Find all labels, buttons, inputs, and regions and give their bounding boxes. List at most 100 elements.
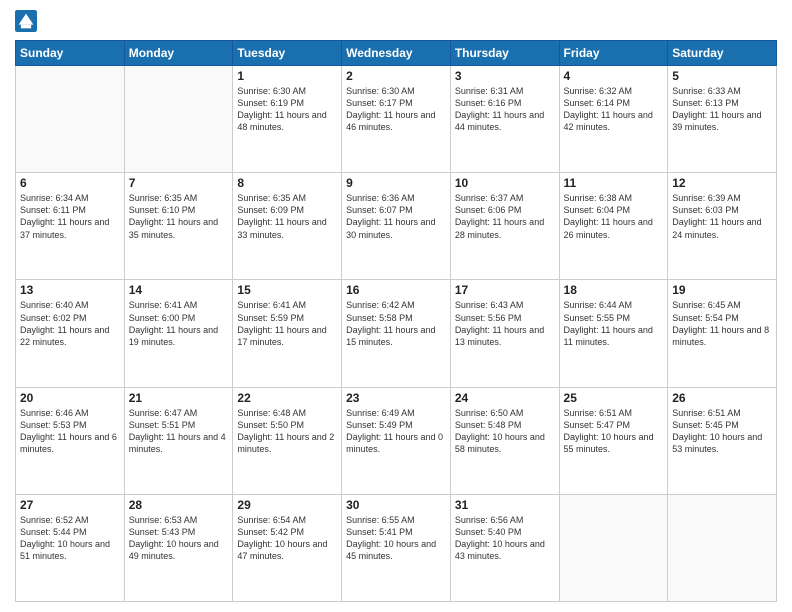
weekday-header-cell: Friday (559, 41, 668, 66)
calendar-cell: 13 Sunrise: 6:40 AMSunset: 6:02 PMDayligh… (16, 280, 125, 387)
calendar-cell: 1Sunrise: 6:30 AMSunset: 6:19 PMDaylight… (233, 66, 342, 173)
calendar-cell: 7Sunrise: 6:35 AMSunset: 6:10 PMDaylight… (124, 173, 233, 280)
day-number: 19 (672, 283, 772, 297)
calendar-week-row: 6 Sunrise: 6:34 AMSunset: 6:11 PMDaylight… (16, 173, 777, 280)
day-info: Sunrise: 6:33 AMSunset: 6:13 PMDaylight:… (672, 85, 772, 134)
day-number: 8 (237, 176, 337, 190)
weekday-header-cell: Tuesday (233, 41, 342, 66)
calendar-cell: 6 Sunrise: 6:34 AMSunset: 6:11 PMDaylight… (16, 173, 125, 280)
day-number: 29 (237, 498, 337, 512)
calendar-cell: 15 Sunrise: 6:41 AMSunset: 5:59 PMDayligh… (233, 280, 342, 387)
calendar-cell: 18 Sunrise: 6:44 AMSunset: 5:55 PMDayligh… (559, 280, 668, 387)
day-info: Sunrise: 6:47 AMSunset: 5:51 PMDaylight:… (129, 407, 229, 456)
calendar-table: SundayMondayTuesdayWednesdayThursdayFrid… (15, 40, 777, 602)
calendar-cell (16, 66, 125, 173)
day-number: 16 (346, 283, 446, 297)
day-info: Sunrise: 6:40 AMSunset: 6:02 PMDaylight:… (20, 299, 120, 348)
day-info: Sunrise: 6:41 AMSunset: 6:00 PMDaylight:… (129, 299, 229, 348)
day-number: 22 (237, 391, 337, 405)
day-info: Sunrise: 6:30 AMSunset: 6:17 PMDaylight:… (346, 85, 446, 134)
day-number: 18 (564, 283, 664, 297)
calendar-cell (668, 494, 777, 601)
day-info: Sunrise: 6:48 AMSunset: 5:50 PMDaylight:… (237, 407, 337, 456)
calendar-cell: 4 Sunrise: 6:32 AMSunset: 6:14 PMDaylight… (559, 66, 668, 173)
day-number: 6 (20, 176, 120, 190)
calendar-cell: 26 Sunrise: 6:51 AMSunset: 5:45 PMDayligh… (668, 387, 777, 494)
day-info: Sunrise: 6:45 AMSunset: 5:54 PMDaylight:… (672, 299, 772, 348)
day-info: Sunrise: 6:51 AMSunset: 5:47 PMDaylight:… (564, 407, 664, 456)
day-number: 31 (455, 498, 555, 512)
calendar-cell (124, 66, 233, 173)
calendar-week-row: 1Sunrise: 6:30 AMSunset: 6:19 PMDaylight… (16, 66, 777, 173)
calendar-cell: 11 Sunrise: 6:38 AMSunset: 6:04 PMDayligh… (559, 173, 668, 280)
day-number: 15 (237, 283, 337, 297)
calendar-cell: 24 Sunrise: 6:50 AMSunset: 5:48 PMDayligh… (450, 387, 559, 494)
calendar-week-row: 13 Sunrise: 6:40 AMSunset: 6:02 PMDayligh… (16, 280, 777, 387)
day-info: Sunrise: 6:44 AMSunset: 5:55 PMDaylight:… (564, 299, 664, 348)
calendar-cell: 8Sunrise: 6:35 AMSunset: 6:09 PMDaylight… (233, 173, 342, 280)
calendar-cell: 28 Sunrise: 6:53 AMSunset: 5:43 PMDayligh… (124, 494, 233, 601)
day-number: 17 (455, 283, 555, 297)
calendar-week-row: 27Sunrise: 6:52 AMSunset: 5:44 PMDayligh… (16, 494, 777, 601)
day-info: Sunrise: 6:38 AMSunset: 6:04 PMDaylight:… (564, 192, 664, 241)
calendar-cell: 31Sunrise: 6:56 AMSunset: 5:40 PMDayligh… (450, 494, 559, 601)
day-number: 9 (346, 176, 446, 190)
day-info: Sunrise: 6:53 AMSunset: 5:43 PMDaylight:… (129, 514, 229, 563)
day-number: 27 (20, 498, 120, 512)
calendar-cell: 3 Sunrise: 6:31 AMSunset: 6:16 PMDaylight… (450, 66, 559, 173)
day-number: 11 (564, 176, 664, 190)
calendar-body: 1Sunrise: 6:30 AMSunset: 6:19 PMDaylight… (16, 66, 777, 602)
logo (15, 10, 41, 32)
calendar-cell: 25 Sunrise: 6:51 AMSunset: 5:47 PMDayligh… (559, 387, 668, 494)
day-info: Sunrise: 6:50 AMSunset: 5:48 PMDaylight:… (455, 407, 555, 456)
weekday-header-cell: Wednesday (342, 41, 451, 66)
day-number: 23 (346, 391, 446, 405)
calendar-cell: 23Sunrise: 6:49 AMSunset: 5:49 PMDayligh… (342, 387, 451, 494)
calendar-cell: 12Sunrise: 6:39 AMSunset: 6:03 PMDayligh… (668, 173, 777, 280)
day-info: Sunrise: 6:55 AMSunset: 5:41 PMDaylight:… (346, 514, 446, 563)
day-info: Sunrise: 6:41 AMSunset: 5:59 PMDaylight:… (237, 299, 337, 348)
calendar-cell: 19 Sunrise: 6:45 AMSunset: 5:54 PMDayligh… (668, 280, 777, 387)
calendar-cell: 29Sunrise: 6:54 AMSunset: 5:42 PMDayligh… (233, 494, 342, 601)
day-info: Sunrise: 6:34 AMSunset: 6:11 PMDaylight:… (20, 192, 120, 241)
header (15, 10, 777, 32)
day-number: 4 (564, 69, 664, 83)
weekday-header-cell: Sunday (16, 41, 125, 66)
day-info: Sunrise: 6:43 AMSunset: 5:56 PMDaylight:… (455, 299, 555, 348)
day-number: 14 (129, 283, 229, 297)
calendar-week-row: 20 Sunrise: 6:46 AMSunset: 5:53 PMDayligh… (16, 387, 777, 494)
day-info: Sunrise: 6:36 AMSunset: 6:07 PMDaylight:… (346, 192, 446, 241)
calendar-cell: 22 Sunrise: 6:48 AMSunset: 5:50 PMDayligh… (233, 387, 342, 494)
calendar-cell (559, 494, 668, 601)
day-number: 3 (455, 69, 555, 83)
logo-icon (15, 10, 37, 32)
calendar-cell: 21 Sunrise: 6:47 AMSunset: 5:51 PMDayligh… (124, 387, 233, 494)
day-number: 24 (455, 391, 555, 405)
weekday-header-cell: Monday (124, 41, 233, 66)
calendar-cell: 20 Sunrise: 6:46 AMSunset: 5:53 PMDayligh… (16, 387, 125, 494)
calendar-cell: 17 Sunrise: 6:43 AMSunset: 5:56 PMDayligh… (450, 280, 559, 387)
calendar-cell: 10Sunrise: 6:37 AMSunset: 6:06 PMDayligh… (450, 173, 559, 280)
day-info: Sunrise: 6:46 AMSunset: 5:53 PMDaylight:… (20, 407, 120, 456)
day-number: 1 (237, 69, 337, 83)
day-number: 20 (20, 391, 120, 405)
day-number: 26 (672, 391, 772, 405)
day-number: 28 (129, 498, 229, 512)
day-info: Sunrise: 6:42 AMSunset: 5:58 PMDaylight:… (346, 299, 446, 348)
day-number: 2 (346, 69, 446, 83)
day-number: 10 (455, 176, 555, 190)
calendar-cell: 2 Sunrise: 6:30 AMSunset: 6:17 PMDaylight… (342, 66, 451, 173)
day-info: Sunrise: 6:51 AMSunset: 5:45 PMDaylight:… (672, 407, 772, 456)
day-info: Sunrise: 6:31 AMSunset: 6:16 PMDaylight:… (455, 85, 555, 134)
day-number: 12 (672, 176, 772, 190)
day-number: 25 (564, 391, 664, 405)
day-number: 30 (346, 498, 446, 512)
day-number: 13 (20, 283, 120, 297)
day-number: 7 (129, 176, 229, 190)
day-info: Sunrise: 6:32 AMSunset: 6:14 PMDaylight:… (564, 85, 664, 134)
calendar-cell: 5Sunrise: 6:33 AMSunset: 6:13 PMDaylight… (668, 66, 777, 173)
calendar-cell: 27Sunrise: 6:52 AMSunset: 5:44 PMDayligh… (16, 494, 125, 601)
calendar-cell: 16 Sunrise: 6:42 AMSunset: 5:58 PMDayligh… (342, 280, 451, 387)
day-number: 21 (129, 391, 229, 405)
weekday-header-cell: Saturday (668, 41, 777, 66)
